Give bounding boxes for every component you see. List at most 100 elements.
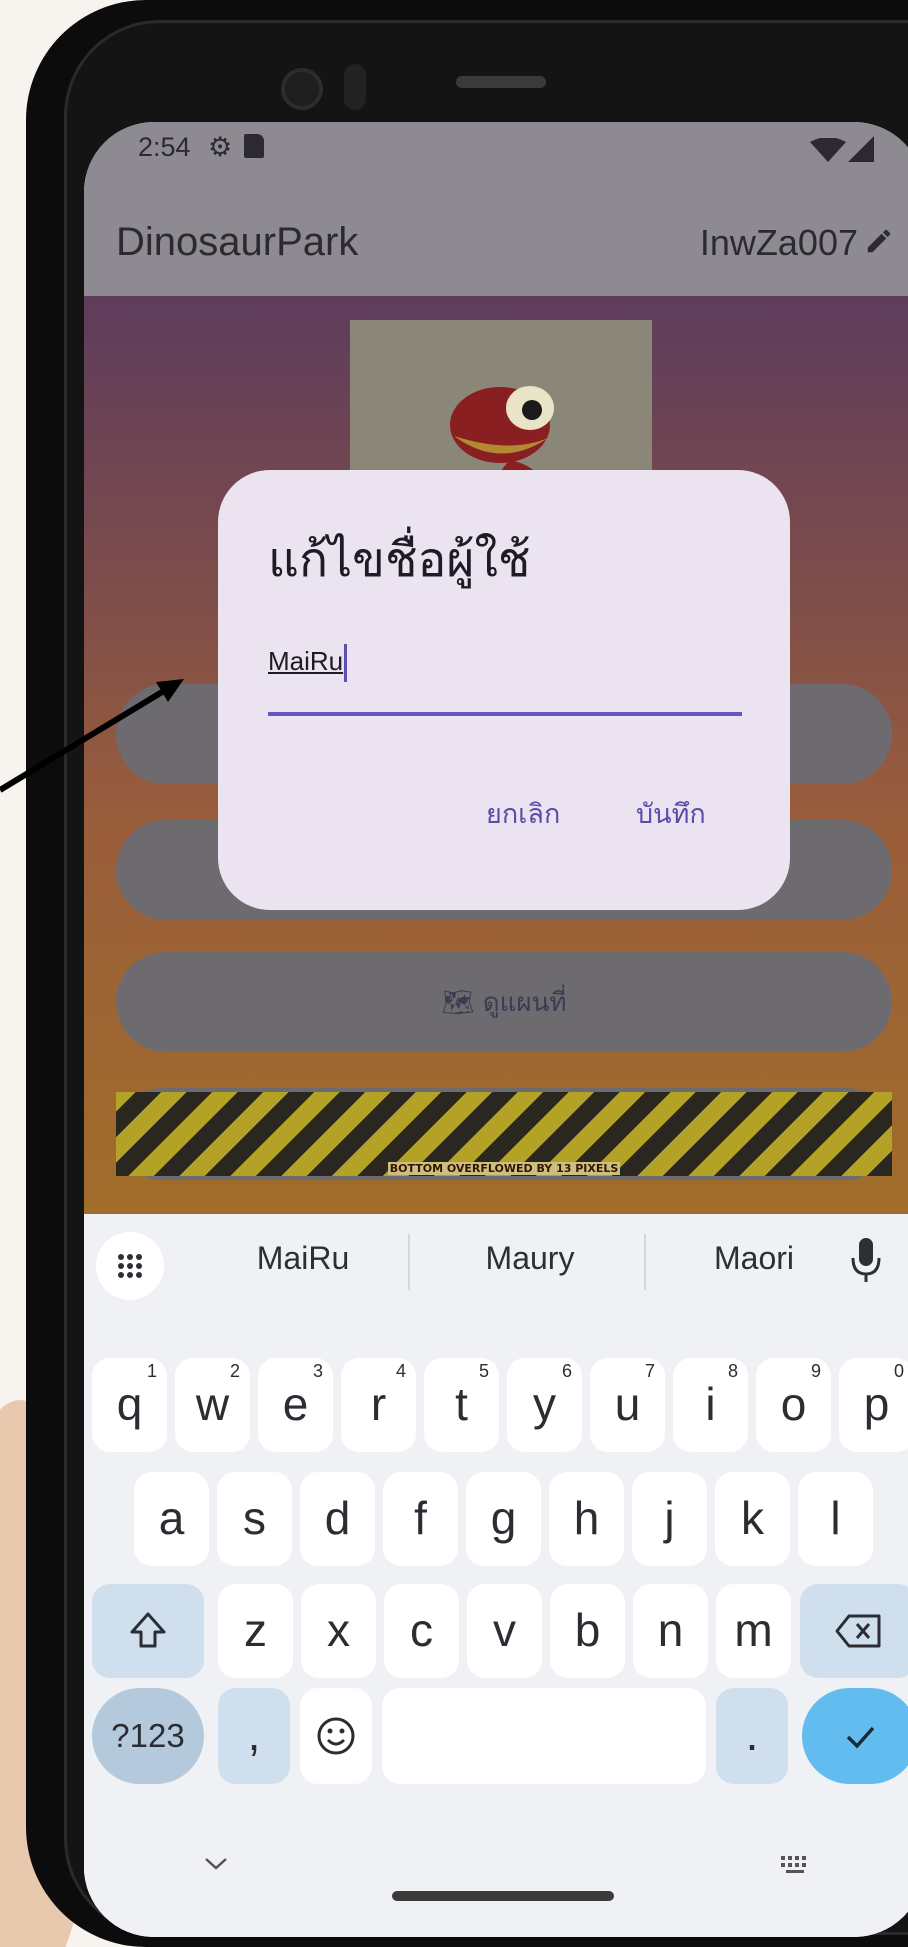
camera-lens (281, 68, 323, 110)
symbols-key[interactable]: ?123 (92, 1688, 204, 1784)
status-time: 2:54 (138, 132, 191, 162)
gear-icon: ⚙ (208, 132, 233, 163)
key-label: n (657, 1604, 684, 1656)
suggestion-3[interactable]: Maori (644, 1240, 864, 1277)
wifi-icon (810, 138, 846, 162)
phone-frame: 2:54 ⚙ DinosaurPark InwZa007 🗺 ดูแผนที่ … (26, 0, 908, 1947)
key-p[interactable]: p0 (839, 1358, 908, 1452)
key-v[interactable]: v (467, 1584, 542, 1678)
key-label: u (614, 1378, 641, 1430)
suggestion-2[interactable]: Maury (410, 1240, 650, 1277)
key-e[interactable]: e3 (258, 1358, 333, 1452)
edit-username-dialog: แก้ไขชื่อผู้ใช้ MaiRu ยกเลิก บันทึก (218, 470, 790, 910)
key-l[interactable]: l (798, 1472, 873, 1566)
key-label: x (327, 1604, 350, 1656)
dialog-title: แก้ไขชื่อผู้ใช้ (268, 532, 531, 588)
key-a[interactable]: a (134, 1472, 209, 1566)
status-bar: 2:54 ⚙ (84, 122, 908, 194)
key-label: p (863, 1378, 890, 1430)
key-j[interactable]: j (632, 1472, 707, 1566)
backspace-key[interactable] (800, 1584, 908, 1678)
key-label: l (830, 1492, 841, 1544)
key-label: q (116, 1378, 143, 1430)
key-b[interactable]: b (550, 1584, 625, 1678)
space-key[interactable] (382, 1688, 706, 1784)
key-h[interactable]: h (549, 1472, 624, 1566)
username-input[interactable]: MaiRu (268, 644, 742, 692)
microphone-icon[interactable] (850, 1238, 882, 1284)
key-label: d (324, 1492, 351, 1544)
screenshot-stage: 2:54 ⚙ DinosaurPark InwZa007 🗺 ดูแผนที่ … (0, 0, 908, 1947)
keyboard-switch-icon[interactable] (780, 1855, 810, 1875)
phone-screen: 2:54 ⚙ DinosaurPark InwZa007 🗺 ดูแผนที่ … (84, 122, 908, 1937)
key-label: y (533, 1378, 556, 1430)
key-label: i (705, 1378, 716, 1430)
edit-pencil-icon[interactable] (864, 224, 894, 258)
key-hint: 2 (229, 1361, 240, 1381)
emoji-icon (317, 1717, 355, 1755)
emoji-key[interactable] (300, 1688, 372, 1784)
overflow-warning-text: BOTTOM OVERFLOWED BY 13 PIXELS (387, 1162, 621, 1175)
key-k[interactable]: k (715, 1472, 790, 1566)
chevron-down-icon[interactable] (204, 1857, 228, 1871)
key-w[interactable]: w2 (175, 1358, 250, 1452)
key-label: k (741, 1492, 764, 1544)
key-s[interactable]: s (217, 1472, 292, 1566)
key-y[interactable]: y6 (507, 1358, 582, 1452)
key-label: v (493, 1604, 516, 1656)
key-hint: 9 (810, 1361, 821, 1381)
apps-grid-icon (118, 1254, 142, 1278)
shift-key[interactable] (92, 1584, 204, 1678)
comma-key[interactable]: , (218, 1688, 290, 1784)
suggestion-strip: MaiRu Maury Maori (84, 1214, 908, 1314)
key-label: a (158, 1492, 185, 1544)
navigation-bar (84, 1837, 908, 1937)
app-title: DinosaurPark (116, 220, 359, 264)
key-label: g (490, 1492, 517, 1544)
check-icon (846, 1726, 875, 1749)
key-hint: 7 (644, 1361, 655, 1381)
key-u[interactable]: u7 (590, 1358, 665, 1452)
key-x[interactable]: x (301, 1584, 376, 1678)
sd-card-icon (244, 134, 264, 158)
cancel-button[interactable]: ยกเลิก (486, 792, 560, 835)
key-i[interactable]: i8 (673, 1358, 748, 1452)
enter-key[interactable] (802, 1688, 908, 1784)
key-c[interactable]: c (384, 1584, 459, 1678)
key-label: r (370, 1378, 387, 1430)
key-hint: 8 (727, 1361, 738, 1381)
keyboard-menu-button[interactable] (96, 1232, 164, 1300)
overflow-warning-stripes: BOTTOM OVERFLOWED BY 13 PIXELS (116, 1092, 892, 1176)
text-caret (344, 644, 348, 682)
key-label: s (243, 1492, 266, 1544)
key-label: h (573, 1492, 600, 1544)
key-label: z (244, 1604, 267, 1656)
period-key[interactable]: . (716, 1688, 788, 1784)
key-o[interactable]: o9 (756, 1358, 831, 1452)
key-hint: 3 (312, 1361, 323, 1381)
save-button[interactable]: บันทึก (636, 792, 706, 835)
key-m[interactable]: m (716, 1584, 791, 1678)
username-label[interactable]: InwZa007 (700, 222, 858, 264)
key-label: o (780, 1378, 807, 1430)
key-hint: 6 (561, 1361, 572, 1381)
input-underline (268, 712, 742, 716)
soft-keyboard: MaiRu Maury Maori ?123 , . q 1 w 2 e 3 r… (84, 1214, 908, 1937)
key-n[interactable]: n (633, 1584, 708, 1678)
home-gesture-bar[interactable] (392, 1891, 614, 1901)
key-f[interactable]: f (383, 1472, 458, 1566)
key-q[interactable]: q1 (92, 1358, 167, 1452)
suggestion-1[interactable]: MaiRu (198, 1240, 408, 1277)
key-g[interactable]: g (466, 1472, 541, 1566)
key-hint: 5 (478, 1361, 489, 1381)
key-t[interactable]: t5 (424, 1358, 499, 1452)
key-d[interactable]: d (300, 1472, 375, 1566)
key-z[interactable]: z (218, 1584, 293, 1678)
app-bar: DinosaurPark InwZa007 (84, 194, 908, 296)
key-label: m (734, 1604, 773, 1656)
view-map-button[interactable]: 🗺 ดูแผนที่ (116, 952, 892, 1052)
key-label: t (455, 1378, 468, 1430)
key-label: c (410, 1604, 433, 1656)
key-r[interactable]: r4 (341, 1358, 416, 1452)
username-input-value: MaiRu (268, 645, 344, 676)
